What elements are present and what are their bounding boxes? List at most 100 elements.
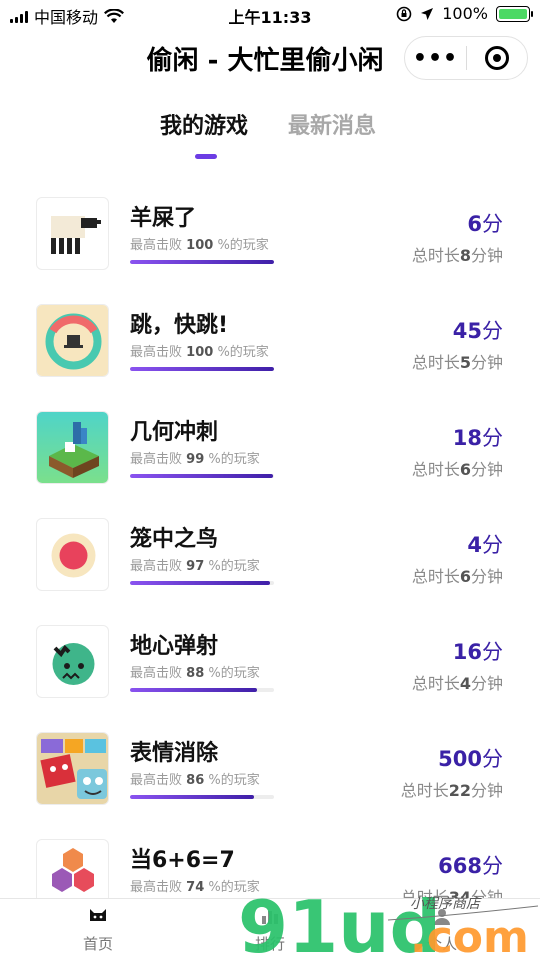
rank-progress-fill	[130, 260, 274, 264]
location-icon	[421, 7, 434, 20]
rank-suffix: %的玩家	[217, 238, 269, 253]
game-name: 羊屎了	[130, 206, 197, 231]
rank-progress-fill	[130, 581, 270, 585]
rank-prefix: 最高击败	[130, 345, 183, 360]
game-row[interactable]: 表情消除 最高击败 86 %的玩家 500分 总时长22分钟	[0, 715, 540, 822]
time-unit: 分钟	[470, 781, 503, 800]
page-title: 偷闲 - 大忙里偷小闲	[146, 46, 384, 76]
rank-progress-fill	[130, 367, 274, 371]
game-score: 500分	[438, 743, 503, 773]
game-score: 16分	[453, 636, 503, 666]
game-total-time: 总时长6分钟	[412, 563, 503, 587]
rank-prefix: 最高击败	[130, 773, 183, 788]
time-prefix: 总时长	[411, 460, 460, 479]
more-dots-icon[interactable]: •••	[405, 46, 466, 71]
game-rank: 最高击败 88 %的玩家	[130, 662, 260, 681]
user-icon	[434, 909, 450, 925]
geometry-dash-icon	[36, 411, 109, 484]
target-close-icon[interactable]	[467, 46, 527, 70]
game-name: 当6+6=7	[130, 848, 235, 873]
rank-progress-fill	[130, 474, 273, 478]
score-value: 18	[452, 426, 482, 450]
score-value: 6	[467, 212, 482, 236]
tabbar-rank[interactable]: 排行	[210, 905, 330, 954]
rank-value: 86	[186, 773, 205, 788]
game-rank: 最高击败 86 %的玩家	[130, 769, 260, 788]
rank-value: 100	[186, 345, 214, 360]
score-unit: 分	[482, 854, 503, 878]
rank-suffix: %的玩家	[208, 880, 260, 895]
score-unit: 分	[482, 747, 503, 771]
rank-suffix: %的玩家	[208, 773, 260, 788]
time-value: 4	[459, 674, 471, 693]
game-row[interactable]: 几何冲刺 最高击败 99 %的玩家 18分 总时长6分钟	[0, 394, 540, 501]
tab-latest-news[interactable]: 最新消息	[288, 108, 376, 140]
game-name: 笼中之鸟	[130, 527, 219, 552]
time-unit: 分钟	[470, 246, 503, 265]
green-ball-icon	[36, 625, 109, 698]
bottom-tab-bar: 首页 排行 个人	[0, 898, 540, 960]
game-rank: 最高击败 97 %的玩家	[130, 555, 260, 574]
score-value: 500	[438, 747, 482, 771]
game-list: 羊屎了 最高击败 100 %的玩家 6分 总时长8分钟 跳，快跳! 最高击败 100 %的…	[0, 180, 540, 929]
orientation-lock-icon	[396, 6, 412, 21]
game-score: 4分	[467, 529, 503, 559]
sheep-icon	[36, 197, 109, 270]
game-rank: 最高击败 74 %的玩家	[130, 876, 260, 895]
game-row[interactable]: 跳，快跳! 最高击败 100 %的玩家 45分 总时长5分钟	[0, 287, 540, 394]
rank-progress-fill	[130, 688, 257, 692]
tab-bar-top: 我的游戏 最新消息	[0, 108, 540, 159]
tabbar-home[interactable]: 首页	[38, 905, 158, 954]
rank-progress-bar	[130, 795, 274, 799]
time-prefix: 总时长	[400, 781, 449, 800]
tabbar-home-label: 首页	[82, 935, 113, 953]
score-value: 16	[452, 640, 482, 664]
game-row[interactable]: 羊屎了最高击败 100 %的玩家 6分总时长8分钟	[0, 180, 540, 287]
tabbar-me[interactable]: 个人	[382, 905, 502, 954]
status-right: 100%	[396, 4, 533, 23]
rank-value: 88	[186, 666, 205, 681]
rank-prefix: 最高击败	[130, 559, 183, 574]
rank-value: 99	[186, 452, 205, 467]
game-rank: 最高击败 100 %的玩家	[130, 341, 269, 360]
game-score: 6分	[467, 208, 503, 238]
time-prefix: 总时长	[411, 246, 460, 265]
status-bar: 中国移动 上午11:33 100%	[0, 0, 540, 30]
emoji-faces-icon	[36, 732, 109, 805]
tabbar-rank-label: 排行	[254, 935, 285, 953]
rank-prefix: 最高击败	[130, 452, 183, 467]
game-score: 45分	[453, 315, 503, 345]
time-unit: 分钟	[470, 353, 503, 372]
rank-value: 74	[186, 880, 205, 895]
score-unit: 分	[482, 533, 503, 557]
battery-icon	[496, 5, 533, 22]
game-score: 18分	[453, 422, 503, 452]
game-rank: 最高击败 99 %的玩家	[130, 448, 260, 467]
score-unit: 分	[482, 426, 503, 450]
ring-jump-icon	[36, 304, 109, 377]
game-rank: 最高击败 100 %的玩家	[130, 234, 269, 253]
score-unit: 分	[482, 319, 503, 343]
rank-progress-bar	[130, 367, 274, 371]
rank-prefix: 最高击败	[130, 880, 183, 895]
rank-prefix: 最高击败	[130, 238, 183, 253]
red-dot-icon	[36, 518, 109, 591]
rank-value: 97	[186, 559, 205, 574]
mini-program-capsule: •••	[404, 36, 528, 80]
tab-my-games[interactable]: 我的游戏	[160, 108, 248, 140]
game-row[interactable]: 笼中之鸟最高击败 97 %的玩家 4分总时长6分钟	[0, 501, 540, 608]
time-unit: 分钟	[470, 567, 503, 586]
time-value: 22	[448, 781, 471, 800]
rank-prefix: 最高击败	[130, 666, 183, 681]
game-total-time: 总时长6分钟	[412, 456, 503, 480]
game-score: 668分	[438, 850, 503, 880]
game-total-time: 总时长8分钟	[412, 242, 503, 266]
rank-progress-bar	[130, 688, 274, 692]
game-total-time: 总时长22分钟	[401, 777, 503, 801]
game-row[interactable]: 地心弹射 最高击败 88 %的玩家 16分 总时长4分钟	[0, 608, 540, 715]
time-unit: 分钟	[470, 460, 503, 479]
time-value: 6	[459, 460, 471, 479]
rank-suffix: %的玩家	[208, 452, 260, 467]
time-value: 6	[459, 567, 471, 586]
game-total-time: 总时长5分钟	[412, 349, 503, 373]
